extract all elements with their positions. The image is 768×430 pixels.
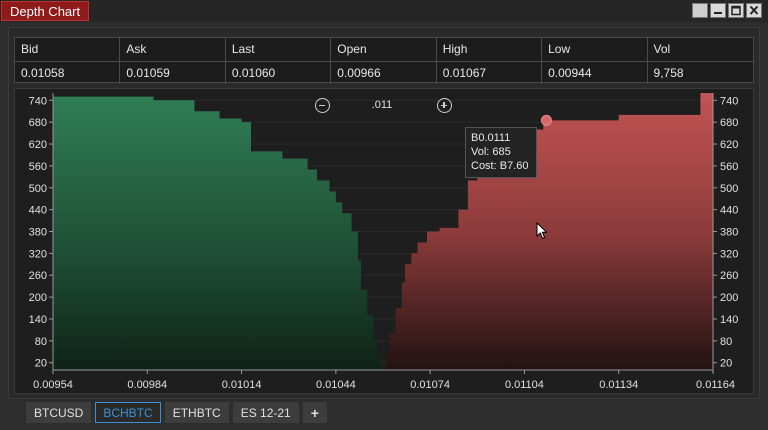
- depth-tooltip: B0.0111 Vol: 685 Cost: B7.60: [465, 127, 537, 178]
- x-tick-label: 0.01164: [696, 379, 735, 391]
- tab-es-12-21[interactable]: ES 12-21: [232, 402, 299, 423]
- y-tick-label-left: 500: [29, 183, 47, 195]
- tab-ethbtc[interactable]: ETHBTC: [164, 402, 229, 423]
- y-tick-label-right: 20: [720, 358, 732, 370]
- symbol-tabs: BTCUSD BCHBTC ETHBTC ES 12-21 +: [26, 402, 327, 424]
- stats-value: 0.01060: [226, 62, 332, 84]
- y-tick-label-right: 440: [720, 205, 738, 217]
- y-tick-label-right: 380: [720, 227, 738, 239]
- y-tick-label-right: 500: [720, 183, 738, 195]
- y-tick-label-left: 200: [29, 292, 47, 304]
- y-tick-label-left: 740: [29, 95, 47, 107]
- zoom-in-icon[interactable]: [437, 98, 452, 113]
- stats-header: High: [437, 38, 543, 61]
- tab-btcusd[interactable]: BTCUSD: [26, 402, 92, 423]
- stats-value: 0.00966: [331, 62, 437, 84]
- y-tick-label-left: 380: [29, 227, 47, 239]
- y-tick-label-left: 140: [29, 314, 47, 326]
- y-tick-label-right: 680: [720, 117, 738, 129]
- maximize-icon: [731, 5, 741, 16]
- window-controls: [692, 3, 762, 18]
- tooltip-volume: Vol: 685: [471, 146, 511, 158]
- add-tab-button[interactable]: +: [302, 402, 327, 423]
- stats-header-row: Bid Ask Last Open High Low Vol: [15, 38, 753, 61]
- maximize-button[interactable]: [728, 3, 744, 18]
- stats-value: 0.00944: [542, 62, 648, 84]
- y-tick-label-right: 620: [720, 139, 738, 151]
- x-tick-label: 0.00954: [33, 379, 73, 391]
- zoom-level: .011: [371, 99, 393, 111]
- stats-header: Ask: [120, 38, 226, 61]
- y-tick-label-left: 80: [35, 336, 47, 348]
- close-icon: [749, 5, 759, 15]
- tab-bchbtc[interactable]: BCHBTC: [95, 402, 161, 423]
- market-stats-table: Bid Ask Last Open High Low Vol 0.01058 0…: [14, 37, 754, 84]
- y-tick-label-left: 680: [29, 117, 47, 129]
- stats-value-row: 0.01058 0.01059 0.01060 0.00966 0.01067 …: [15, 61, 753, 84]
- x-tick-label: 0.01014: [222, 379, 262, 391]
- y-tick-label-right: 560: [720, 161, 738, 173]
- stats-header: Open: [331, 38, 437, 61]
- y-tick-label-left: 440: [29, 205, 47, 217]
- stats-value: 0.01059: [120, 62, 226, 84]
- tooltip-price: B0.0111: [471, 132, 511, 144]
- x-tick-label: 0.00984: [127, 379, 167, 391]
- minimize-button[interactable]: [710, 3, 726, 18]
- highlight-point: [540, 114, 552, 126]
- y-tick-label-right: 140: [720, 314, 738, 326]
- x-tick-label: 0.01074: [410, 379, 450, 391]
- y-tick-label-left: 620: [29, 139, 47, 151]
- bid-depth-area: [53, 96, 380, 370]
- stats-value: 0.01058: [15, 62, 121, 84]
- x-tick-label: 0.01134: [599, 379, 638, 391]
- y-tick-label-right: 260: [720, 270, 738, 282]
- tooltip-cost: Cost: B7.60: [471, 160, 529, 172]
- x-tick-label: 0.01044: [316, 379, 356, 391]
- depth-chart-canvas: 740 740 680 680 620 620 560 560 500 500 440 440 380 3…: [29, 93, 738, 391]
- mouse-cursor-icon: [536, 222, 548, 240]
- stats-value: 9,758: [653, 66, 684, 80]
- stats-header: Low: [542, 38, 648, 61]
- y-tick-label-right: 200: [720, 292, 738, 304]
- stats-value: 0.01067: [437, 62, 543, 84]
- y-tick-label-right: 320: [720, 248, 738, 260]
- ask-depth-area: [383, 93, 713, 370]
- window-title: Depth Chart: [1, 1, 90, 21]
- zoom-out-icon[interactable]: [315, 98, 330, 113]
- stats-header: Bid: [15, 38, 121, 61]
- close-button[interactable]: [746, 3, 762, 18]
- y-tick-label-right: 80: [720, 336, 732, 348]
- minimize-icon: [714, 12, 722, 14]
- window-menu-button[interactable]: [692, 3, 708, 18]
- stats-header: Vol: [653, 42, 671, 56]
- y-tick-label-left: 320: [29, 248, 47, 260]
- title-bar: Depth Chart: [0, 0, 768, 22]
- stats-header: Last: [226, 38, 332, 61]
- y-tick-label-left: 20: [35, 358, 47, 370]
- y-tick-label-left: 560: [29, 161, 47, 173]
- y-tick-label-left: 260: [29, 270, 47, 282]
- depth-chart[interactable]: 740 740 680 680 620 620 560 560 500 500 440 440 380 3…: [14, 88, 754, 394]
- y-tick-label-right: 740: [720, 95, 738, 107]
- x-tick-label: 0.01104: [505, 379, 544, 391]
